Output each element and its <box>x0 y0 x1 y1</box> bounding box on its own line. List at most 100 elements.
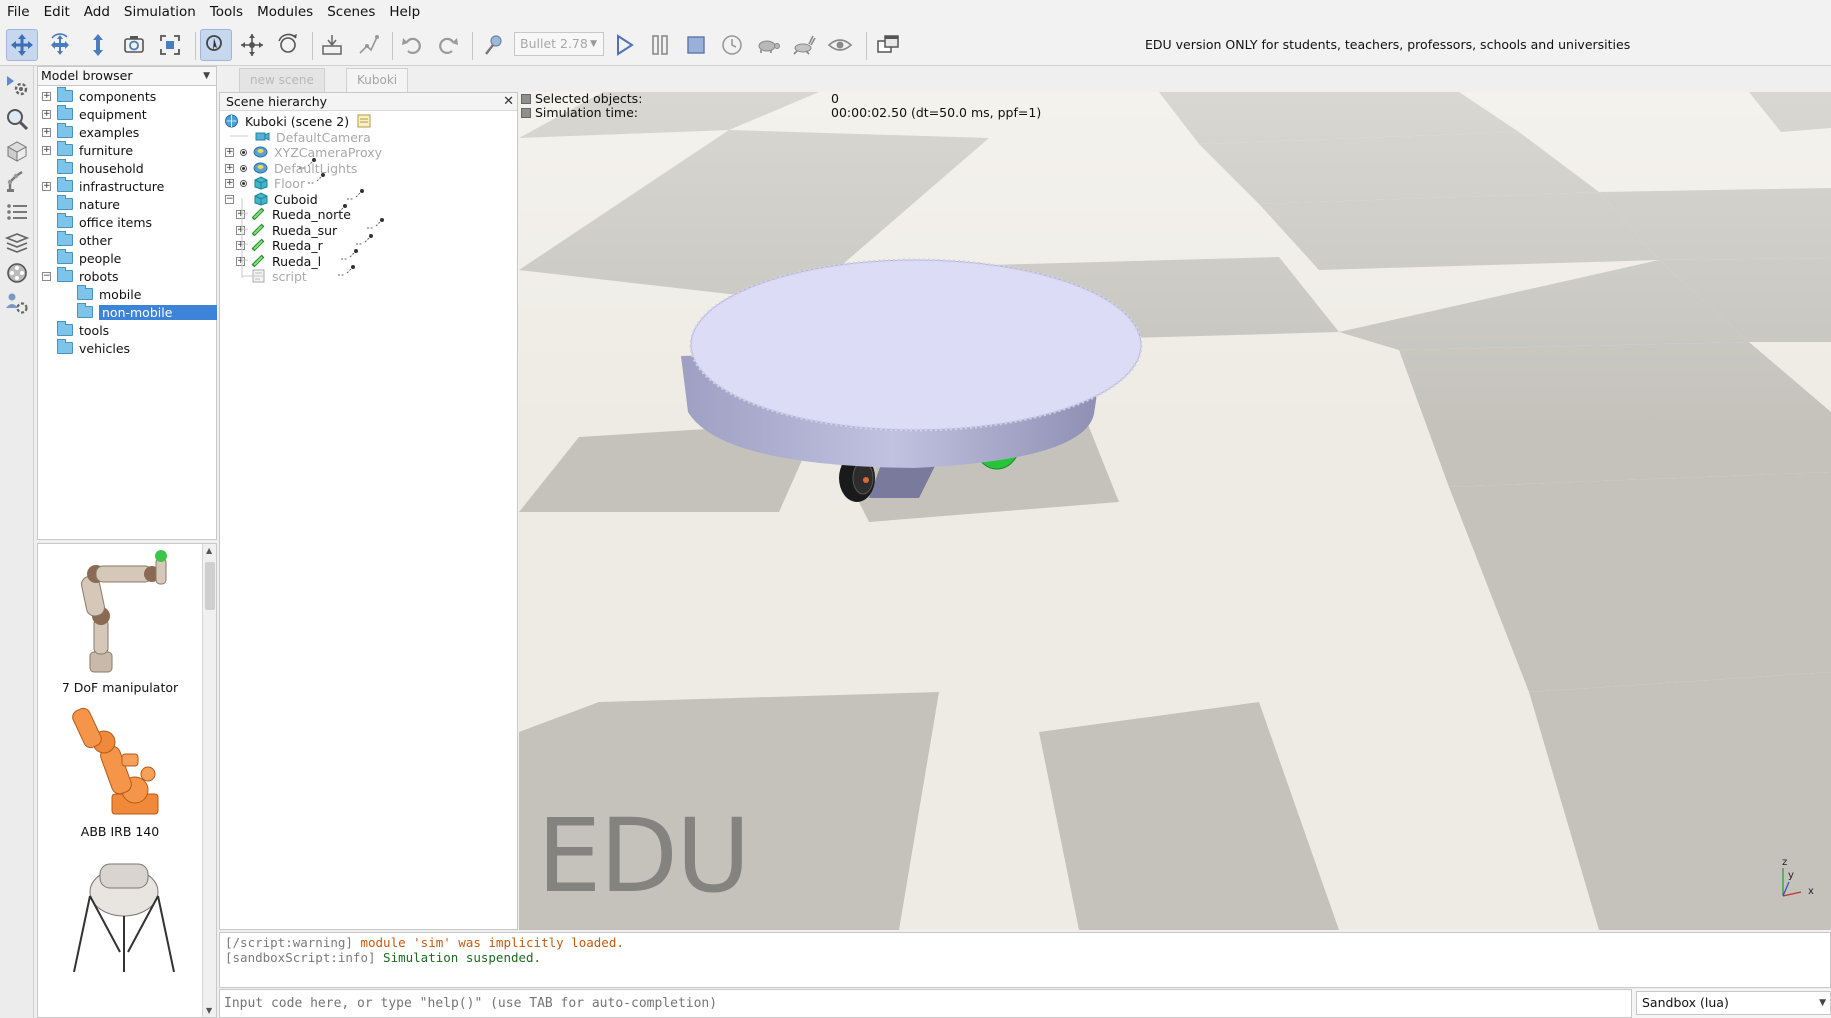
tab-new-scene[interactable]: new scene <box>239 68 325 92</box>
model-abb-irb-140[interactable]: ABB IRB 140 <box>38 702 202 839</box>
expand-icon[interactable]: + <box>42 109 51 119</box>
folder-examples[interactable]: + examples <box>42 123 139 141</box>
model-thumbnails: 7 DoF manipulator ABB IRB 140 ▲ ▼ <box>37 543 217 1018</box>
expand-icon[interactable]: + <box>42 91 51 101</box>
child-link-icon <box>299 158 316 169</box>
folder-non-mobile[interactable]: non-mobile <box>77 303 217 321</box>
menu-scenes[interactable]: Scenes <box>320 0 382 24</box>
visibility-icon[interactable] <box>240 164 247 172</box>
assemble-icon[interactable] <box>316 29 348 61</box>
expand-icon[interactable]: + <box>42 145 51 155</box>
sandbox-select[interactable]: Sandbox (lua) ▼ <box>1636 991 1831 1015</box>
visibility-icon[interactable] <box>240 179 247 187</box>
physics-engine-select[interactable]: Bullet 2.78 ▼ <box>514 32 604 56</box>
film-reel-icon[interactable] <box>2 258 32 288</box>
expand-icon[interactable]: + <box>42 127 51 137</box>
menu-edit[interactable]: Edit <box>37 0 77 24</box>
menu-file[interactable]: File <box>0 0 37 24</box>
slow-down-turtle-icon[interactable] <box>752 29 784 61</box>
script-page-icon[interactable] <box>357 114 371 128</box>
search-icon[interactable] <box>2 104 32 134</box>
scene-windows-icon[interactable] <box>872 29 904 61</box>
expand-icon[interactable]: + <box>236 256 245 266</box>
model-browser: Model browser ▼ + components + equipment + e… <box>37 66 217 540</box>
expand-icon[interactable]: + <box>236 240 245 250</box>
expand-icon[interactable]: + <box>225 147 234 157</box>
expand-icon[interactable]: + <box>225 163 234 173</box>
thumbnails-scrollbar[interactable]: ▲ ▼ <box>202 544 216 1017</box>
expand-icon[interactable]: + <box>42 181 51 191</box>
folder-nature[interactable]: nature <box>57 195 120 213</box>
folder-robots[interactable]: − robots <box>42 267 119 285</box>
play-icon[interactable] <box>608 29 640 61</box>
pause-icon[interactable] <box>644 29 676 61</box>
folder-other[interactable]: other <box>57 231 112 249</box>
camera-view-icon[interactable] <box>118 29 150 61</box>
folder-infrastructure[interactable]: + infrastructure <box>42 177 164 195</box>
folder-equipment[interactable]: + equipment <box>42 105 147 123</box>
scroll-down-icon[interactable]: ▼ <box>206 1006 212 1015</box>
item-script[interactable]: script <box>251 267 307 285</box>
menu-help[interactable]: Help <box>382 0 427 24</box>
close-icon[interactable]: ✕ <box>503 93 514 110</box>
folder-mobile[interactable]: mobile <box>77 285 141 303</box>
model-7dof-manipulator[interactable]: 7 DoF manipulator <box>38 548 202 695</box>
model-delta-robot[interactable] <box>38 852 202 976</box>
folder-icon <box>57 87 73 102</box>
menu-tools[interactable]: Tools <box>203 0 250 24</box>
model-browser-header[interactable]: Model browser ▼ <box>38 67 216 86</box>
speed-up-rabbit-icon[interactable] <box>788 29 820 61</box>
expand-icon[interactable]: + <box>236 225 245 235</box>
status-console[interactable]: [/script:warning] module 'sim' was impli… <box>219 932 1831 988</box>
chevron-down-icon: ▼ <box>1819 998 1826 1008</box>
expand-icon[interactable]: + <box>225 178 234 188</box>
folder-icon <box>57 195 73 210</box>
info-square-icon <box>521 94 531 104</box>
scene-viewport[interactable]: Selected objects: 0 Simulation time: 00:… <box>519 92 1831 930</box>
scroll-up-icon[interactable]: ▲ <box>206 546 212 555</box>
stop-icon[interactable] <box>680 29 712 61</box>
click-select-icon[interactable] <box>200 29 232 61</box>
folder-tools[interactable]: tools <box>57 321 109 339</box>
axis-x-label: x <box>1808 886 1814 897</box>
folder-people[interactable]: people <box>57 249 121 267</box>
object-shift-icon[interactable] <box>236 29 268 61</box>
dynamics-icon[interactable] <box>478 29 510 61</box>
folder-components[interactable]: + components <box>42 87 156 105</box>
real-time-icon[interactable] <box>716 29 748 61</box>
object-rotate-icon[interactable] <box>272 29 304 61</box>
folder-office-items[interactable]: office items <box>57 213 152 231</box>
camera-rotate-icon[interactable] <box>44 29 76 61</box>
expand-icon[interactable]: + <box>236 209 245 219</box>
collapse-icon[interactable]: − <box>225 194 234 204</box>
simulation-settings-icon[interactable] <box>2 70 32 100</box>
info-overlay: Selected objects: 0 Simulation time: 00:… <box>521 92 1121 120</box>
menu-add[interactable]: Add <box>77 0 117 24</box>
child-link-icon <box>356 234 373 245</box>
console-line-warning: [/script:warning] module 'sim' was impli… <box>225 935 624 950</box>
camera-pan-icon[interactable] <box>6 29 38 61</box>
page-stack-icon[interactable] <box>2 228 32 258</box>
layers-icon[interactable] <box>2 136 32 166</box>
menu-simulation[interactable]: Simulation <box>117 0 203 24</box>
lua-command-input[interactable] <box>219 989 1632 1018</box>
transfer-dna-icon[interactable] <box>352 29 384 61</box>
folder-furniture[interactable]: + furniture <box>42 141 133 159</box>
fit-to-view-icon[interactable] <box>154 29 186 61</box>
visibility-icon[interactable] <box>240 148 247 156</box>
redo-icon[interactable] <box>432 29 464 61</box>
collapse-icon[interactable]: − <box>42 271 51 281</box>
folder-household[interactable]: household <box>57 159 144 177</box>
menu-modules[interactable]: Modules <box>250 0 320 24</box>
tab-kuboki[interactable]: Kuboki <box>346 68 409 92</box>
dropdown-arrow-icon[interactable]: ▼ <box>203 67 210 85</box>
kinematics-icon[interactable] <box>2 166 32 196</box>
shape-cube-icon <box>254 176 268 190</box>
list-icon[interactable] <box>2 198 32 228</box>
undo-icon[interactable] <box>396 29 428 61</box>
folder-vehicles[interactable]: vehicles <box>57 339 130 357</box>
camera-shift-icon[interactable] <box>82 29 114 61</box>
scrollbar-thumb[interactable] <box>205 562 215 610</box>
user-settings-icon[interactable] <box>2 288 32 318</box>
visualization-eye-icon[interactable] <box>824 29 856 61</box>
